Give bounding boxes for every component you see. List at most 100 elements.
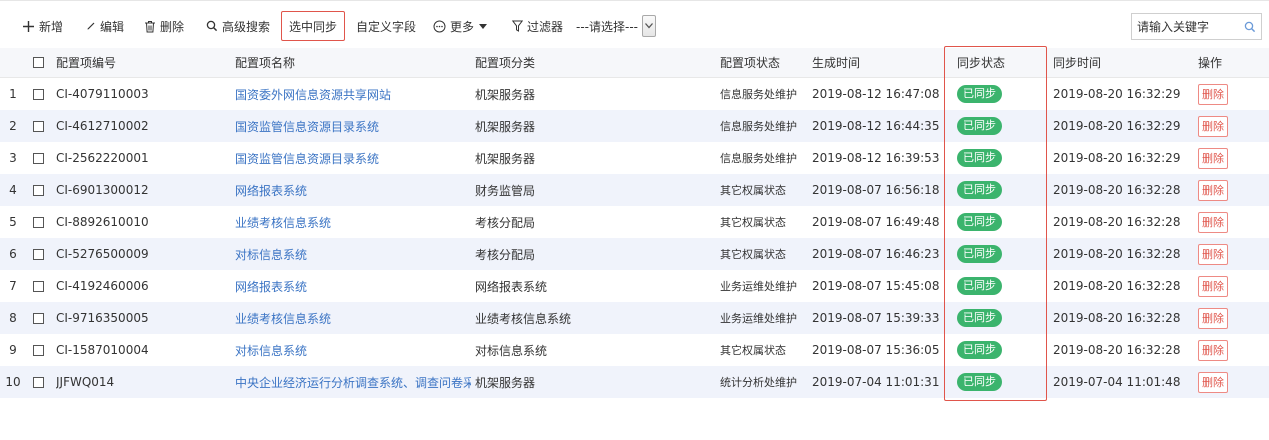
- config-item-name-link[interactable]: 中央企业经济运行分析调查系统、调查问卷采集: [235, 366, 471, 398]
- filter-select[interactable]: ---请选择---: [576, 10, 656, 42]
- sync-selected-button[interactable]: 选中同步: [281, 11, 346, 41]
- row-delete-button[interactable]: 删除: [1198, 275, 1228, 297]
- edit-button-label: 编辑: [100, 19, 125, 34]
- sync-status-badge: 已同步: [957, 149, 1002, 167]
- row-index: 4: [9, 183, 17, 197]
- row-delete-button[interactable]: 删除: [1198, 83, 1228, 105]
- config-item-name-link[interactable]: 业绩考核信息系统: [235, 206, 471, 238]
- row-checkbox[interactable]: [33, 238, 47, 270]
- delete-button[interactable]: 删除: [144, 10, 184, 42]
- column-header-sync-status[interactable]: 同步状态: [957, 48, 1037, 77]
- sync-status-badge: 已同步: [957, 245, 1002, 263]
- table-row[interactable]: 3 CI-2562220001 国资监管信息资源目录系统 机架服务器 信息服务处维护 20…: [0, 142, 1269, 174]
- sync-time: 2019-08-20 16:32:28: [1053, 247, 1181, 261]
- select-arrow-icon[interactable]: [641, 15, 656, 37]
- more-button[interactable]: 更多: [433, 10, 488, 42]
- toolbar: 新增 编辑 删除 高级搜索 选中同步 自定义字段 更多 过滤器 ---请选择--…: [0, 10, 1269, 44]
- row-checkbox[interactable]: [33, 78, 47, 110]
- sync-time: 2019-08-20 16:32:29: [1053, 119, 1181, 133]
- row-checkbox[interactable]: [33, 302, 47, 334]
- row-index: 8: [9, 311, 17, 325]
- config-item-category: 考核分配局: [475, 247, 536, 262]
- add-button[interactable]: 新增: [22, 10, 63, 42]
- row-checkbox[interactable]: [33, 110, 47, 142]
- row-delete-button[interactable]: 删除: [1198, 147, 1228, 169]
- generated-time: 2019-08-12 16:39:53: [812, 151, 940, 165]
- config-item-code: CI-4079110003: [56, 87, 149, 101]
- generated-time: 2019-08-07 16:56:18: [812, 183, 940, 197]
- config-item-code: CI-6901300012: [56, 183, 149, 197]
- column-header-code[interactable]: 配置项编号: [56, 48, 226, 77]
- plus-icon: [22, 20, 35, 33]
- sync-status-cell: 已同步: [957, 302, 1037, 334]
- sync-time: 2019-08-20 16:32:28: [1053, 311, 1181, 325]
- select-all-checkbox[interactable]: [33, 48, 47, 77]
- column-header-generated-time[interactable]: 生成时间: [812, 48, 940, 77]
- column-header-status[interactable]: 配置项状态: [720, 48, 810, 77]
- config-item-name-link[interactable]: 国资监管信息资源目录系统: [235, 142, 471, 174]
- actions-cell: 删除: [1198, 142, 1258, 174]
- config-item-code: CI-4612710002: [56, 119, 149, 133]
- table-row[interactable]: 10 JJFWQ014 中央企业经济运行分析调查系统、调查问卷采集 机架服务器 统计分析…: [0, 366, 1269, 398]
- row-checkbox[interactable]: [33, 206, 47, 238]
- filter-button-label: 过滤器: [527, 19, 564, 34]
- row-checkbox[interactable]: [33, 270, 47, 302]
- row-index: 6: [9, 247, 17, 261]
- config-item-name-link[interactable]: 对标信息系统: [235, 238, 471, 270]
- config-item-category: 机架服务器: [475, 119, 536, 134]
- sync-time: 2019-08-20 16:32:28: [1053, 343, 1181, 357]
- row-delete-button[interactable]: 删除: [1198, 179, 1228, 201]
- row-delete-button[interactable]: 删除: [1198, 243, 1228, 265]
- config-item-category: 对标信息系统: [475, 343, 548, 358]
- table-row[interactable]: 7 CI-4192460006 网络报表系统 网络报表系统 业务运维处维护 2019-08…: [0, 270, 1269, 302]
- row-delete-button[interactable]: 删除: [1198, 339, 1228, 361]
- row-checkbox[interactable]: [33, 334, 47, 366]
- row-delete-button[interactable]: 删除: [1198, 211, 1228, 233]
- table-row[interactable]: 2 CI-4612710002 国资监管信息资源目录系统 机架服务器 信息服务处维护 20…: [0, 110, 1269, 142]
- advanced-search-button[interactable]: 高级搜索: [206, 10, 270, 42]
- config-item-name-link[interactable]: 网络报表系统: [235, 270, 471, 302]
- row-delete-button[interactable]: 删除: [1198, 115, 1228, 137]
- config-item-name-link[interactable]: 国资委外网信息资源共享网站: [235, 78, 471, 110]
- search-input[interactable]: [1132, 15, 1250, 38]
- config-item-status: 业务运维处维护: [720, 280, 797, 293]
- edit-button[interactable]: 编辑: [86, 10, 124, 42]
- generated-time: 2019-08-12 16:47:08: [812, 87, 940, 101]
- config-item-status: 其它权属状态: [720, 184, 786, 197]
- row-index: 1: [9, 87, 17, 101]
- sync-time: 2019-08-20 16:32:28: [1053, 279, 1181, 293]
- generated-time: 2019-08-07 15:39:33: [812, 311, 940, 325]
- row-checkbox[interactable]: [33, 142, 47, 174]
- filter-button[interactable]: 过滤器: [512, 10, 563, 42]
- column-header-name[interactable]: 配置项名称: [235, 48, 471, 77]
- row-checkbox[interactable]: [33, 366, 47, 398]
- table-row[interactable]: 9 CI-1587010004 对标信息系统 对标信息系统 其它权属状态 2019-08-…: [0, 334, 1269, 366]
- table-row[interactable]: 5 CI-8892610010 业绩考核信息系统 考核分配局 其它权属状态 2019-08…: [0, 206, 1269, 238]
- custom-fields-label: 自定义字段: [356, 19, 417, 34]
- table-row[interactable]: 4 CI-6901300012 网络报表系统 财务监管局 其它权属状态 2019-08-0…: [0, 174, 1269, 206]
- row-checkbox[interactable]: [33, 174, 47, 206]
- column-header-sync-time[interactable]: 同步时间: [1053, 48, 1193, 77]
- row-delete-button[interactable]: 删除: [1198, 307, 1228, 329]
- sync-status-badge: 已同步: [957, 277, 1002, 295]
- sync-status-badge: 已同步: [957, 309, 1002, 327]
- sync-status-cell: 已同步: [957, 334, 1037, 366]
- config-item-name-link[interactable]: 网络报表系统: [235, 174, 471, 206]
- config-item-category: 机架服务器: [475, 375, 536, 390]
- config-item-name-link[interactable]: 国资监管信息资源目录系统: [235, 110, 471, 142]
- custom-fields-button[interactable]: 自定义字段: [356, 10, 416, 42]
- config-item-name-link[interactable]: 业绩考核信息系统: [235, 302, 471, 334]
- column-header-category[interactable]: 配置项分类: [475, 48, 705, 77]
- magnifier-icon: [206, 20, 218, 32]
- actions-cell: 删除: [1198, 238, 1258, 270]
- config-item-name-link[interactable]: 对标信息系统: [235, 334, 471, 366]
- config-item-category: 业绩考核信息系统: [475, 311, 572, 326]
- search-box: [1131, 13, 1262, 40]
- row-delete-button[interactable]: 删除: [1198, 371, 1228, 393]
- config-item-status: 业务运维处维护: [720, 312, 797, 325]
- table-row[interactable]: 6 CI-5276500009 对标信息系统 考核分配局 其它权属状态 2019-08-0…: [0, 238, 1269, 270]
- search-icon[interactable]: [1244, 21, 1256, 36]
- config-item-status: 统计分析处维护: [720, 376, 797, 389]
- table-row[interactable]: 8 CI-9716350005 业绩考核信息系统 业绩考核信息系统 业务运维处维护 201…: [0, 302, 1269, 334]
- table-row[interactable]: 1 CI-4079110003 国资委外网信息资源共享网站 机架服务器 信息服务处维护 2…: [0, 78, 1269, 110]
